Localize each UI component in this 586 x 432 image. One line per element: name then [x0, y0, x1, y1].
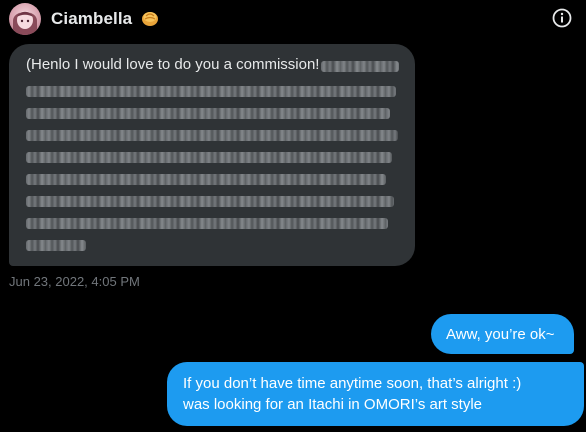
- info-icon[interactable]: [551, 7, 573, 29]
- blurred-text: [26, 130, 398, 141]
- blurred-text: [26, 152, 392, 163]
- outgoing-message-text: Aww, you’re ok~: [446, 326, 555, 343]
- blurred-text: [26, 218, 388, 229]
- bread-emoji-icon: [140, 8, 160, 28]
- outgoing-message-bubble[interactable]: Aww, you’re ok~: [431, 314, 574, 354]
- blurred-text: [26, 196, 394, 207]
- blurred-text: [26, 86, 396, 97]
- blurred-text: [26, 108, 390, 119]
- message-timestamp: Jun 23, 2022, 4:05 PM: [9, 274, 140, 289]
- blurred-text: [321, 61, 399, 72]
- conversation-header: Ciambella: [0, 0, 586, 40]
- avatar[interactable]: [9, 3, 41, 35]
- outgoing-message-text: If you don’t have time anytime soon, tha…: [183, 375, 522, 392]
- contact-name[interactable]: Ciambella: [51, 9, 132, 29]
- incoming-message-bubble[interactable]: (Henlo I would love to do you a commissi…: [9, 44, 415, 266]
- avatar-image: [13, 11, 37, 35]
- blurred-text: [26, 240, 86, 251]
- incoming-message-text: (Henlo I would love to do you a commissi…: [26, 56, 320, 73]
- outgoing-message-bubble[interactable]: If you don’t have time anytime soon, tha…: [167, 362, 584, 426]
- blurred-text: [26, 174, 386, 185]
- outgoing-message-text: was looking for an Itachi in OMORI’s art…: [183, 396, 483, 413]
